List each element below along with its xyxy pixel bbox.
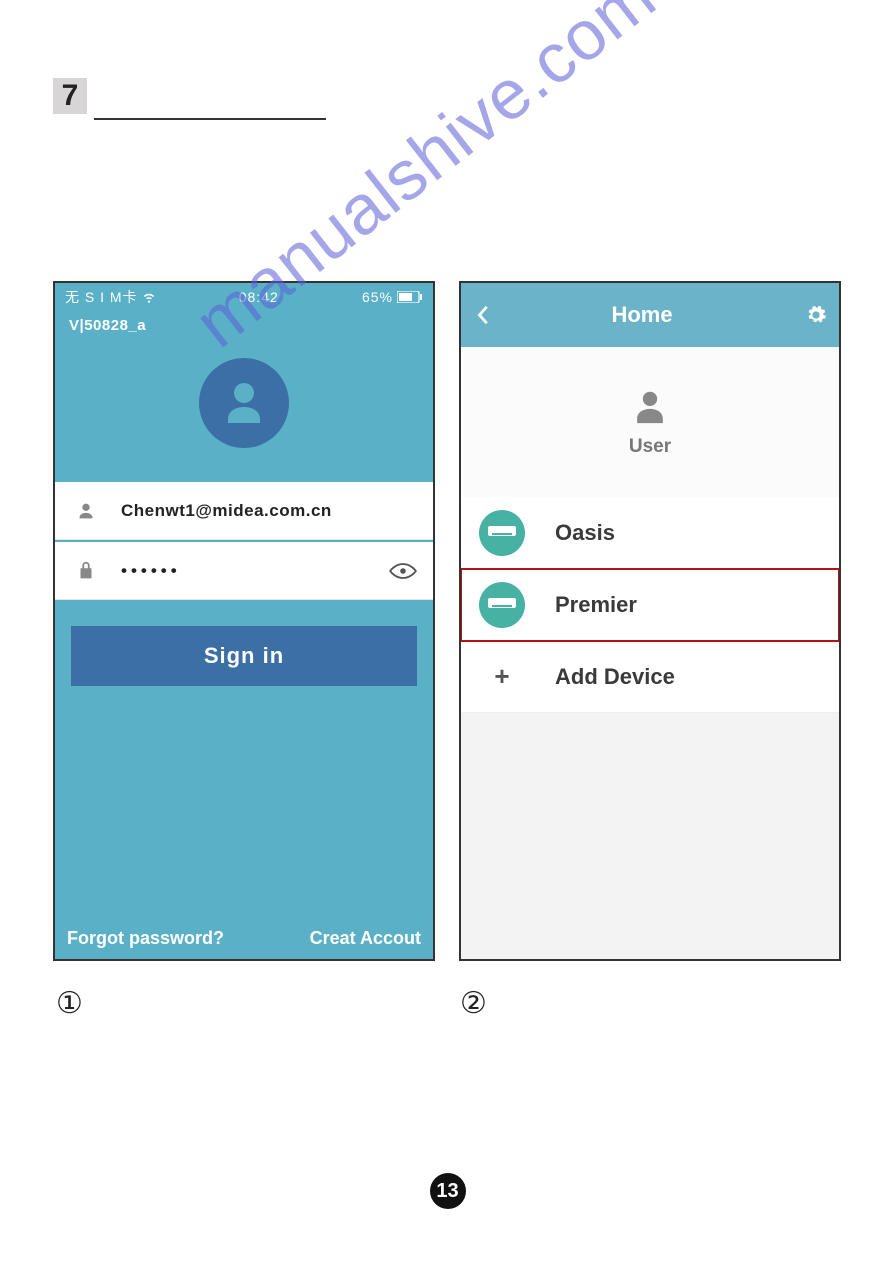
- home-user-label: User: [629, 436, 671, 458]
- home-user-block: User: [461, 347, 839, 497]
- gear-icon[interactable]: [805, 304, 827, 326]
- email-field-row[interactable]: Chenwt1@midea.com.cn: [55, 482, 433, 540]
- battery-icon: [397, 291, 423, 303]
- device-item-label: Premier: [555, 592, 637, 618]
- device-item-oasis[interactable]: Oasis: [461, 497, 839, 569]
- user-icon: [220, 379, 268, 427]
- status-battery: 65%: [362, 289, 423, 305]
- eye-icon[interactable]: [389, 562, 417, 580]
- bottom-links: Forgot password? Creat Accout: [55, 928, 433, 949]
- status-bar: 无 S I M卡 08:42 65%: [55, 283, 433, 309]
- plus-icon: +: [479, 654, 525, 700]
- device-item-label: Oasis: [555, 520, 615, 546]
- add-device-item[interactable]: + Add Device: [461, 641, 839, 713]
- signin-button-label: Sign in: [204, 643, 284, 669]
- step-label-1: ①: [56, 986, 83, 1021]
- home-header: Home: [461, 283, 839, 347]
- email-value: Chenwt1@midea.com.cn: [121, 501, 417, 521]
- section-underline: [94, 118, 326, 120]
- signin-background: 无 S I M卡 08:42 65% V|50828_a: [55, 283, 433, 959]
- lock-icon: [75, 560, 97, 582]
- phone-home: Home User Oasis: [459, 281, 841, 961]
- page-number-wrap: 13: [0, 1173, 895, 1209]
- user-icon: [632, 386, 668, 426]
- avatar-wrap: [55, 358, 433, 448]
- device-icon: [479, 510, 525, 556]
- page-number-badge: 13: [430, 1173, 466, 1209]
- battery-pct: 65%: [362, 289, 393, 305]
- carrier-text: 无 S I M卡: [65, 287, 138, 307]
- phones-row: 无 S I M卡 08:42 65% V|50828_a: [53, 281, 841, 961]
- app-version-text: V|50828_a: [55, 309, 433, 334]
- step-label-2: ②: [460, 986, 487, 1021]
- wifi-icon: [142, 290, 156, 304]
- ac-unit-icon: [487, 596, 517, 614]
- page-number: 13: [436, 1180, 458, 1203]
- status-left: 无 S I M卡: [65, 287, 156, 307]
- add-device-label: Add Device: [555, 664, 675, 690]
- password-field-row[interactable]: ••••••: [55, 542, 433, 600]
- section-number: 7: [62, 79, 79, 113]
- section-number-box: 7: [53, 78, 87, 114]
- forgot-password-link[interactable]: Forgot password?: [67, 928, 224, 949]
- device-item-premier[interactable]: Premier: [461, 569, 839, 641]
- create-account-link[interactable]: Creat Accout: [310, 928, 421, 949]
- home-title: Home: [479, 302, 805, 328]
- password-value: ••••••: [121, 561, 389, 581]
- avatar-circle: [199, 358, 289, 448]
- user-icon: [75, 500, 97, 522]
- ac-unit-icon: [487, 524, 517, 542]
- device-icon: [479, 582, 525, 628]
- signin-button[interactable]: Sign in: [71, 626, 417, 686]
- status-time: 08:42: [239, 289, 279, 305]
- phone-signin: 无 S I M卡 08:42 65% V|50828_a: [53, 281, 435, 961]
